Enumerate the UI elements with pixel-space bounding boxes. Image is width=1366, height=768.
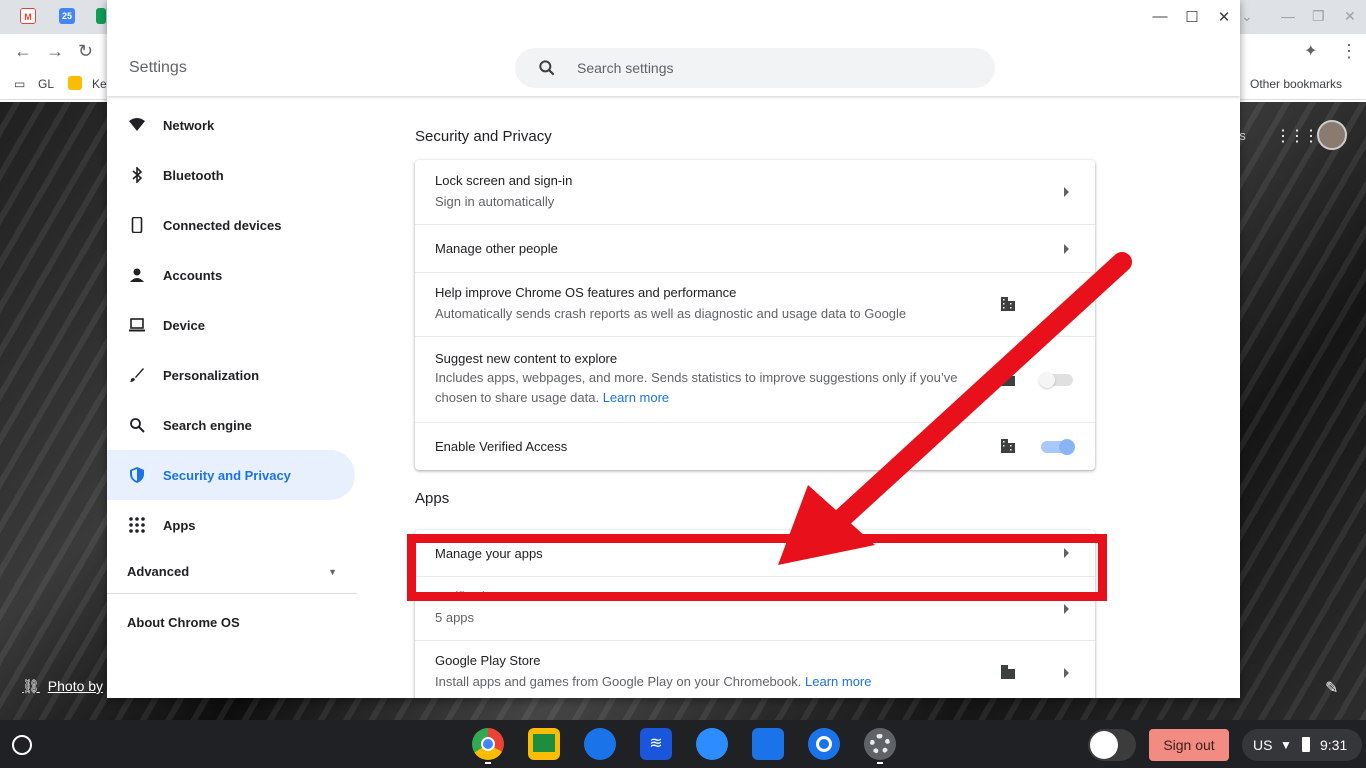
annotation-arrow — [778, 252, 1132, 565]
